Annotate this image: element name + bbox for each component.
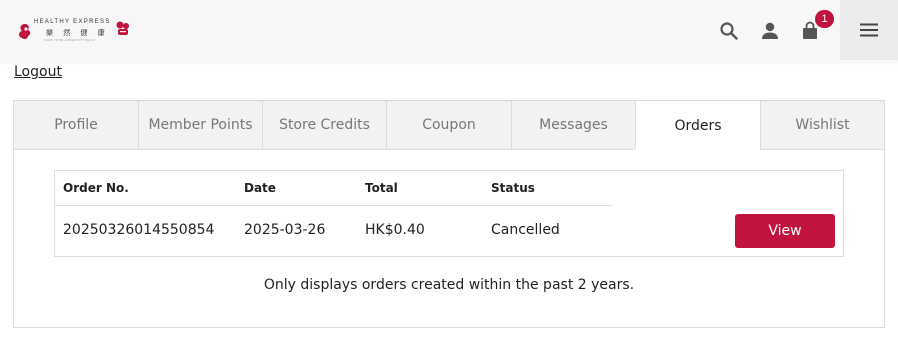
order-number: 20250326014550854 <box>63 222 215 238</box>
search-icon[interactable] <box>718 20 740 42</box>
order-date: 2025-03-26 <box>244 222 326 238</box>
tab-store-credits[interactable]: Store Credits <box>262 100 386 150</box>
table-header-row: Order No. Date Total Status <box>55 171 612 206</box>
orders-note: Only displays orders created within the … <box>263 277 635 293</box>
logo-seal-icon <box>116 21 129 35</box>
tab-orders[interactable]: Orders <box>635 100 760 150</box>
logout-link[interactable]: Logout <box>14 64 62 80</box>
logo-text-en: HEALTHY EXPRESS <box>34 19 111 25</box>
tab-profile[interactable]: Profile <box>13 100 138 150</box>
brand-logo[interactable]: HEALTHY EXPRESS 樂 然 健 康 TAKE YOUR LONGEV… <box>16 16 132 46</box>
cart-count-badge: 1 <box>815 10 834 28</box>
site-header: HEALTHY EXPRESS 樂 然 健 康 TAKE YOUR LONGEV… <box>0 0 898 62</box>
column-header-total: Total <box>365 181 398 195</box>
account-tabs: Profile Member Points Store Credits Coup… <box>13 100 885 150</box>
column-header-order-no: Order No. <box>63 181 129 195</box>
user-icon[interactable] <box>759 20 781 42</box>
order-status: Cancelled <box>491 222 560 238</box>
orders-table: Order No. Date Total Status 202503260145… <box>54 170 844 257</box>
panel-divider <box>13 149 635 150</box>
logo-tagline: TAKE YOUR LONGEVITY BACK <box>44 38 95 42</box>
column-header-status: Status <box>491 181 535 195</box>
column-header-date: Date <box>244 181 276 195</box>
tab-member-points[interactable]: Member Points <box>138 100 262 150</box>
tab-coupon[interactable]: Coupon <box>386 100 511 150</box>
logo-text-cn: 樂 然 健 康 <box>46 29 109 37</box>
panel-divider <box>760 149 885 150</box>
tab-messages[interactable]: Messages <box>511 100 635 150</box>
tab-wishlist[interactable]: Wishlist <box>760 100 885 150</box>
logo-mark-icon <box>19 24 31 40</box>
view-order-button[interactable]: View <box>735 214 835 248</box>
hamburger-menu-icon <box>860 23 878 37</box>
order-total: HK$0.40 <box>365 222 425 238</box>
menu-button[interactable] <box>840 0 898 60</box>
